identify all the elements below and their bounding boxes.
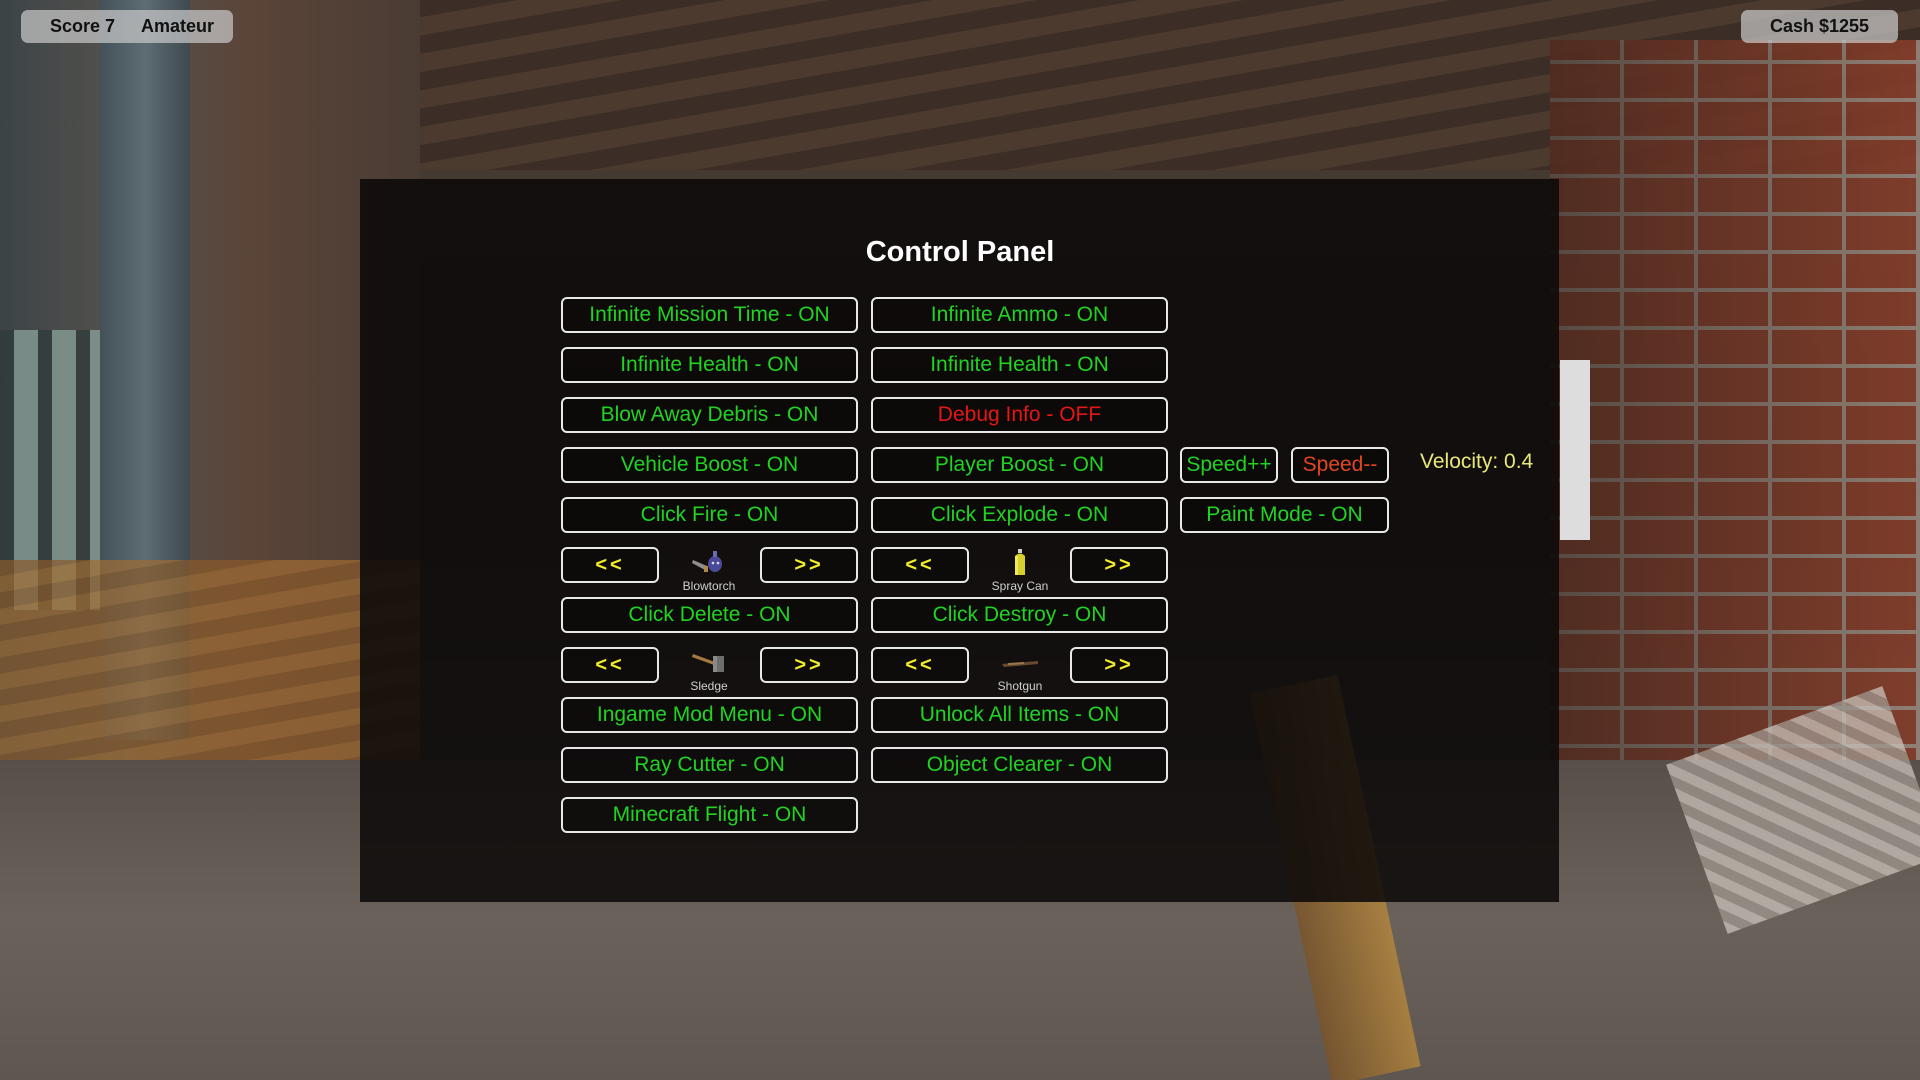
tool-1-display: Blowtorch	[659, 548, 759, 593]
blow-away-debris-toggle[interactable]: Blow Away Debris - ON	[561, 397, 858, 433]
debug-info-toggle[interactable]: Debug Info - OFF	[871, 397, 1168, 433]
blowtorch-icon	[659, 548, 759, 578]
infinite-health-toggle-left[interactable]: Infinite Health - ON	[561, 347, 858, 383]
ingame-mod-menu-toggle[interactable]: Ingame Mod Menu - ON	[561, 697, 858, 733]
spray-can-icon	[970, 548, 1070, 578]
tool-4-prev-button[interactable]: <<	[871, 647, 969, 683]
tool-4-name: Shotgun	[997, 679, 1043, 693]
scene-picture-frame	[1560, 360, 1590, 540]
unlock-all-items-toggle[interactable]: Unlock All Items - ON	[871, 697, 1168, 733]
ray-cutter-toggle[interactable]: Ray Cutter - ON	[561, 747, 858, 783]
rank-label: Amateur	[141, 16, 215, 36]
cash-badge: Cash $1255	[1741, 10, 1898, 43]
tool-3-prev-button[interactable]: <<	[561, 647, 659, 683]
scene-wood-floor	[0, 560, 420, 760]
score-label: Score 7	[49, 16, 115, 36]
speed-increase-button[interactable]: Speed++	[1180, 447, 1278, 483]
tool-3-display: Sledge	[659, 648, 759, 693]
infinite-ammo-toggle[interactable]: Infinite Ammo - ON	[871, 297, 1168, 333]
panel-title: Control Panel	[865, 236, 1055, 268]
paint-mode-toggle[interactable]: Paint Mode - ON	[1180, 497, 1389, 533]
click-delete-toggle[interactable]: Click Delete - ON	[561, 597, 858, 633]
tool-4-next-button[interactable]: >>	[1070, 647, 1168, 683]
infinite-health-toggle-right[interactable]: Infinite Health - ON	[871, 347, 1168, 383]
player-boost-toggle[interactable]: Player Boost - ON	[871, 447, 1168, 483]
tool-4-display: Shotgun	[970, 648, 1070, 693]
speed-decrease-button[interactable]: Speed--	[1291, 447, 1389, 483]
tool-1-next-button[interactable]: >>	[760, 547, 858, 583]
vehicle-boost-toggle[interactable]: Vehicle Boost - ON	[561, 447, 858, 483]
tool-3-next-button[interactable]: >>	[760, 647, 858, 683]
shotgun-icon	[970, 648, 1070, 678]
tool-2-name: Spray Can	[991, 579, 1049, 593]
click-destroy-toggle[interactable]: Click Destroy - ON	[871, 597, 1168, 633]
tool-2-prev-button[interactable]: <<	[871, 547, 969, 583]
minecraft-flight-toggle[interactable]: Minecraft Flight - ON	[561, 797, 858, 833]
infinite-mission-time-toggle[interactable]: Infinite Mission Time - ON	[561, 297, 858, 333]
tool-2-next-button[interactable]: >>	[1070, 547, 1168, 583]
score-rank-badge: Score 7 Amateur	[21, 10, 233, 43]
tool-2-display: Spray Can	[970, 548, 1070, 593]
velocity-readout: Velocity: 0.4	[1420, 450, 1534, 473]
click-fire-toggle[interactable]: Click Fire - ON	[561, 497, 858, 533]
click-explode-toggle[interactable]: Click Explode - ON	[871, 497, 1168, 533]
object-clearer-toggle[interactable]: Object Clearer - ON	[871, 747, 1168, 783]
control-panel	[360, 179, 1559, 902]
tool-3-name: Sledge	[690, 679, 728, 693]
cash-label: Cash $1255	[1769, 16, 1870, 36]
sledge-icon	[659, 648, 759, 678]
tool-1-prev-button[interactable]: <<	[561, 547, 659, 583]
tool-1-name: Blowtorch	[682, 579, 736, 593]
